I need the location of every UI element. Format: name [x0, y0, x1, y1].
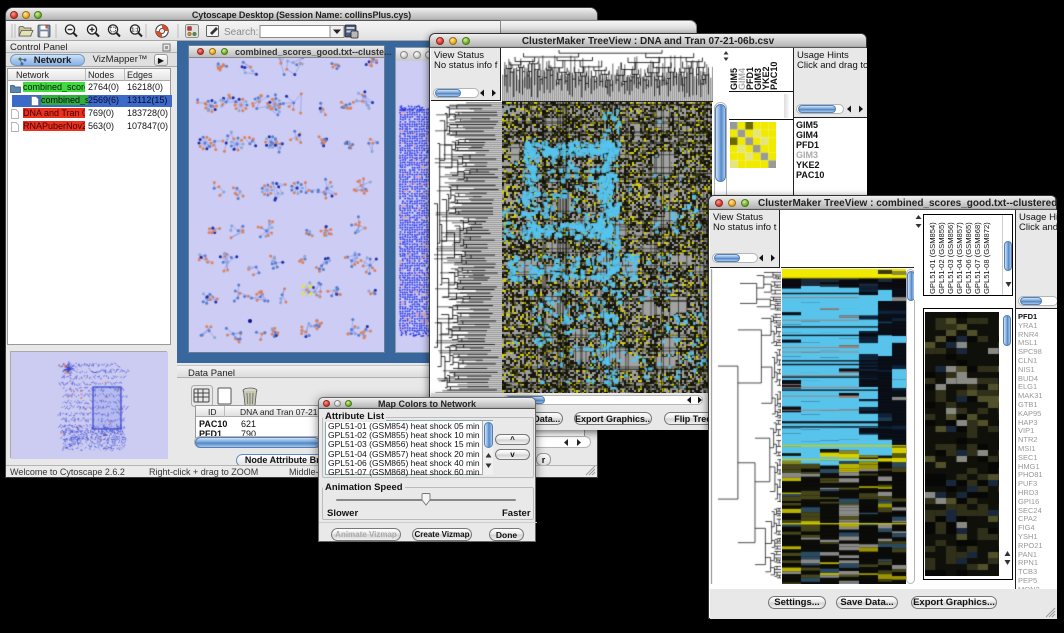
svg-text:Search:: Search: — [224, 27, 258, 38]
svg-text:GPL51-07 (GSM868): GPL51-07 (GSM868) — [973, 222, 982, 294]
svg-text:GPL51-08 (GSM872): GPL51-08 (GSM872) — [982, 222, 991, 294]
svg-text:GPL51-04 (GSM857): GPL51-04 (GSM857) — [955, 222, 964, 294]
svg-text:PAC10: PAC10 — [769, 62, 779, 90]
svg-text:1:1: 1:1 — [131, 28, 138, 34]
svg-text:GPL51-02 (GSM855): GPL51-02 (GSM855) — [937, 222, 946, 294]
svg-text:GPL51-01 (GSM854): GPL51-01 (GSM854) — [928, 222, 937, 294]
svg-text:GPL51-06 (GSM865): GPL51-06 (GSM865) — [964, 222, 973, 294]
svg-text:GPL51-03 (GSM856): GPL51-03 (GSM856) — [946, 222, 955, 294]
